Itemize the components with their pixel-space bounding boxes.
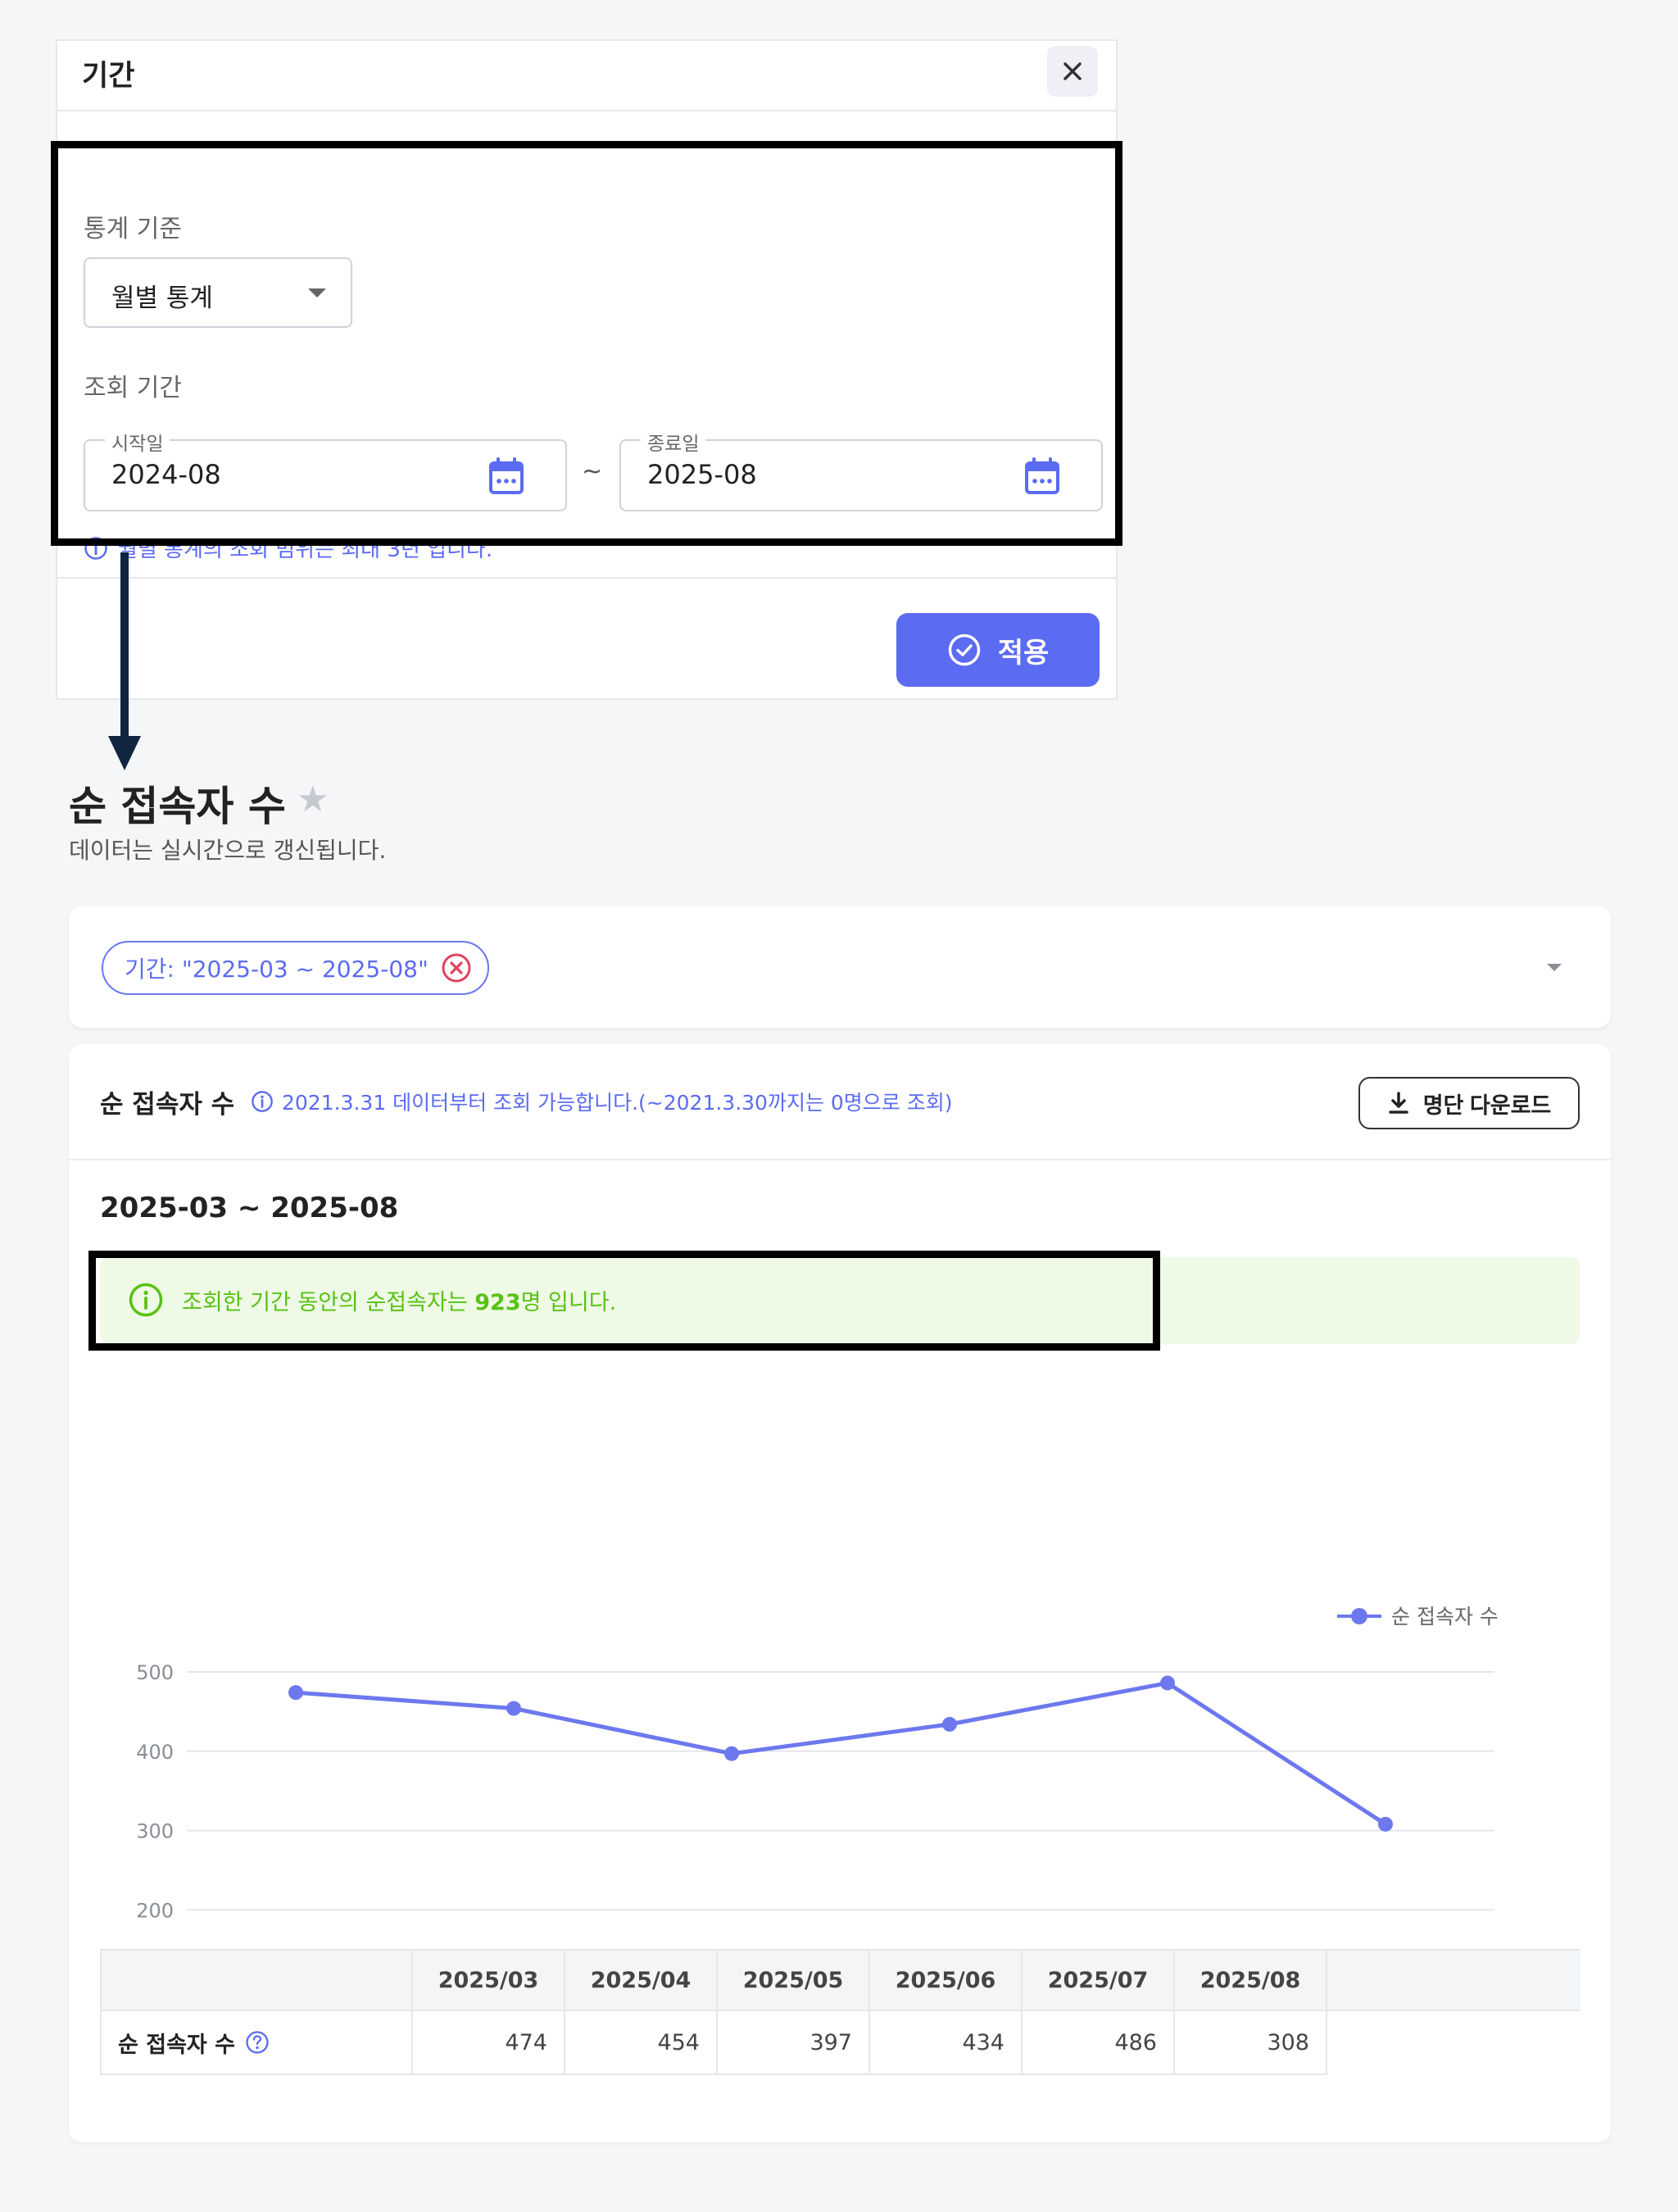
close-button[interactable] [1047, 46, 1098, 97]
table-cell-filler [1327, 2010, 1580, 2074]
stat-basis-label: 통계 기준 [84, 215, 182, 243]
range-hint: 월별 통계의 조회 범위는 최대 3년 입니다. [84, 533, 492, 563]
table-header-filler [1326, 1949, 1580, 2011]
banner-suffix: 명 입니다. [520, 1289, 617, 1315]
end-date-value: 2025-08 [647, 459, 757, 490]
table-header-cell: 2025/06 [868, 1949, 1023, 2011]
page-subtitle: 데이터는 실시간으로 갱신됩니다. [69, 837, 387, 864]
y-tick-label: 400 [136, 1741, 174, 1764]
table-row-label: 순 접속자 수 [118, 2032, 235, 2058]
banner-text: 조회한 기간 동안의 순접속자는 923명 입니다. [182, 1284, 616, 1316]
data-point [288, 1685, 303, 1701]
legend-swatch-dot [1351, 1608, 1367, 1624]
table-cell: 474 [411, 2010, 565, 2075]
table-header-cell: 2025/05 [716, 1949, 870, 2011]
table-cell: 308 [1173, 2010, 1327, 2075]
range-tilde: ~ [582, 457, 603, 486]
y-tick-label: 300 [136, 1820, 174, 1843]
legend-label: 순 접속자 수 [1391, 1605, 1499, 1628]
remove-filter-icon[interactable] [440, 952, 473, 984]
chart-series [288, 1675, 1393, 1832]
unique-visitors-card: 순 접속자 수 2021.3.31 데이터부터 조회 가능합니다.(~2021.… [69, 1044, 1611, 2142]
info-icon [252, 1091, 273, 1112]
calendar-icon[interactable] [1024, 457, 1060, 495]
card-note: 2021.3.31 데이터부터 조회 가능합니다.(~2021.3.30까지는 … [251, 1087, 953, 1116]
stat-basis-select[interactable]: 월별 통계 [84, 257, 352, 328]
info-icon [84, 536, 107, 560]
table-cell: 454 [564, 2010, 718, 2075]
y-tick-label: 200 [136, 1899, 174, 1922]
data-point [506, 1701, 521, 1716]
panel-body: 통계 기준 월별 통계 조회 기간 시작일 2024-08 ~ 종료일 2025… [57, 113, 1116, 616]
table-header-cell: 2025/08 [1173, 1949, 1327, 2011]
range-hint-text: 월별 통계의 조회 범위는 최대 3년 입니다. [118, 538, 493, 562]
check-circle-icon [948, 634, 980, 666]
data-point [724, 1746, 739, 1761]
table-header-cell: 2025/04 [564, 1949, 718, 2011]
start-date-value: 2024-08 [111, 459, 221, 490]
visitors-data-table: 2025/03 2025/04 2025/05 2025/06 2025/07 … [100, 1949, 1580, 2075]
stat-basis-value: 월별 통계 [111, 284, 213, 313]
calendar-icon[interactable] [488, 457, 524, 495]
period-filter-chip-text: 기간: "2025-03 ~ 2025-08" [125, 956, 429, 983]
period-panel: 기간 통계 기준 월별 통계 조회 기간 시작일 2024-08 ~ 종료일 2… [56, 39, 1118, 700]
info-icon [129, 1283, 163, 1317]
series-line [295, 1681, 1387, 1826]
card-title: 순 접속자 수 [100, 1090, 235, 1120]
panel-header: 기간 [57, 41, 1116, 111]
apply-label: 적용 [997, 637, 1050, 669]
chart-grid [187, 1671, 1494, 1911]
chart-legend[interactable]: 순 접속자 수 [1337, 1605, 1499, 1628]
panel-title: 기간 [82, 60, 135, 93]
table-header-blank [100, 1949, 413, 2011]
end-date-field[interactable]: 종료일 2025-08 [619, 428, 1103, 511]
table-header-cell: 2025/07 [1021, 1949, 1175, 2011]
card-note-text: 2021.3.31 데이터부터 조회 가능합니다.(~2021.3.30까지는 … [282, 1091, 953, 1115]
visitors-line-chart: 01002003004005002025/032025/042025/05202… [136, 1605, 1499, 1922]
banner-total-value: 923 [474, 1289, 521, 1315]
chart-axes: 01002003004005002025/032025/042025/05202… [136, 1661, 174, 1922]
data-point [942, 1716, 957, 1732]
table-row: 순 접속자 수 474 454 397 434 486 308 [100, 2010, 1580, 2075]
start-date-field[interactable]: 시작일 2024-08 [84, 428, 567, 511]
period-filter-chip[interactable]: 기간: "2025-03 ~ 2025-08" [102, 941, 489, 995]
close-icon [1063, 62, 1082, 80]
banner-content: 조회한 기간 동안의 순접속자는 923명 입니다. [128, 1282, 616, 1318]
filter-expand-caret-icon[interactable] [1547, 964, 1562, 971]
caret-down-icon [308, 288, 326, 298]
panel-divider [57, 577, 1116, 579]
range-title: 2025-03 ~ 2025-08 [100, 1192, 399, 1224]
help-icon[interactable] [245, 2030, 270, 2055]
download-list-button[interactable]: 명단 다운로드 [1358, 1077, 1580, 1129]
total-visitors-banner: 조회한 기간 동안의 순접속자는 923명 입니다. [100, 1257, 1580, 1344]
page-title: 순 접속자 수 [69, 783, 286, 830]
filter-card: 기간: "2025-03 ~ 2025-08" [69, 906, 1611, 1028]
annotation-arrow-line [120, 552, 129, 741]
table-header-row: 2025/03 2025/04 2025/05 2025/06 2025/07 … [100, 1949, 1580, 2011]
data-point [1160, 1675, 1175, 1691]
table-header-cell: 2025/03 [411, 1949, 565, 2011]
table-row-label-cell: 순 접속자 수 [100, 2010, 413, 2075]
y-tick-label: 500 [136, 1661, 174, 1684]
end-date-legend: 종료일 [641, 428, 706, 456]
download-icon [1388, 1092, 1408, 1114]
table-cell: 486 [1021, 2010, 1175, 2075]
table-cell: 397 [716, 2010, 870, 2075]
period-label: 조회 기간 [84, 374, 182, 402]
download-list-label: 명단 다운로드 [1422, 1092, 1552, 1118]
star-icon[interactable]: ★ [297, 779, 329, 820]
apply-button[interactable]: 적용 [896, 613, 1100, 687]
data-point [1378, 1816, 1393, 1832]
card-header: 순 접속자 수 2021.3.31 데이터부터 조회 가능합니다.(~2021.… [69, 1044, 1611, 1161]
banner-prefix: 조회한 기간 동안의 순접속자는 [182, 1289, 475, 1315]
start-date-legend: 시작일 [105, 428, 170, 456]
table-cell: 434 [868, 2010, 1023, 2075]
annotation-arrow-head [108, 736, 141, 770]
